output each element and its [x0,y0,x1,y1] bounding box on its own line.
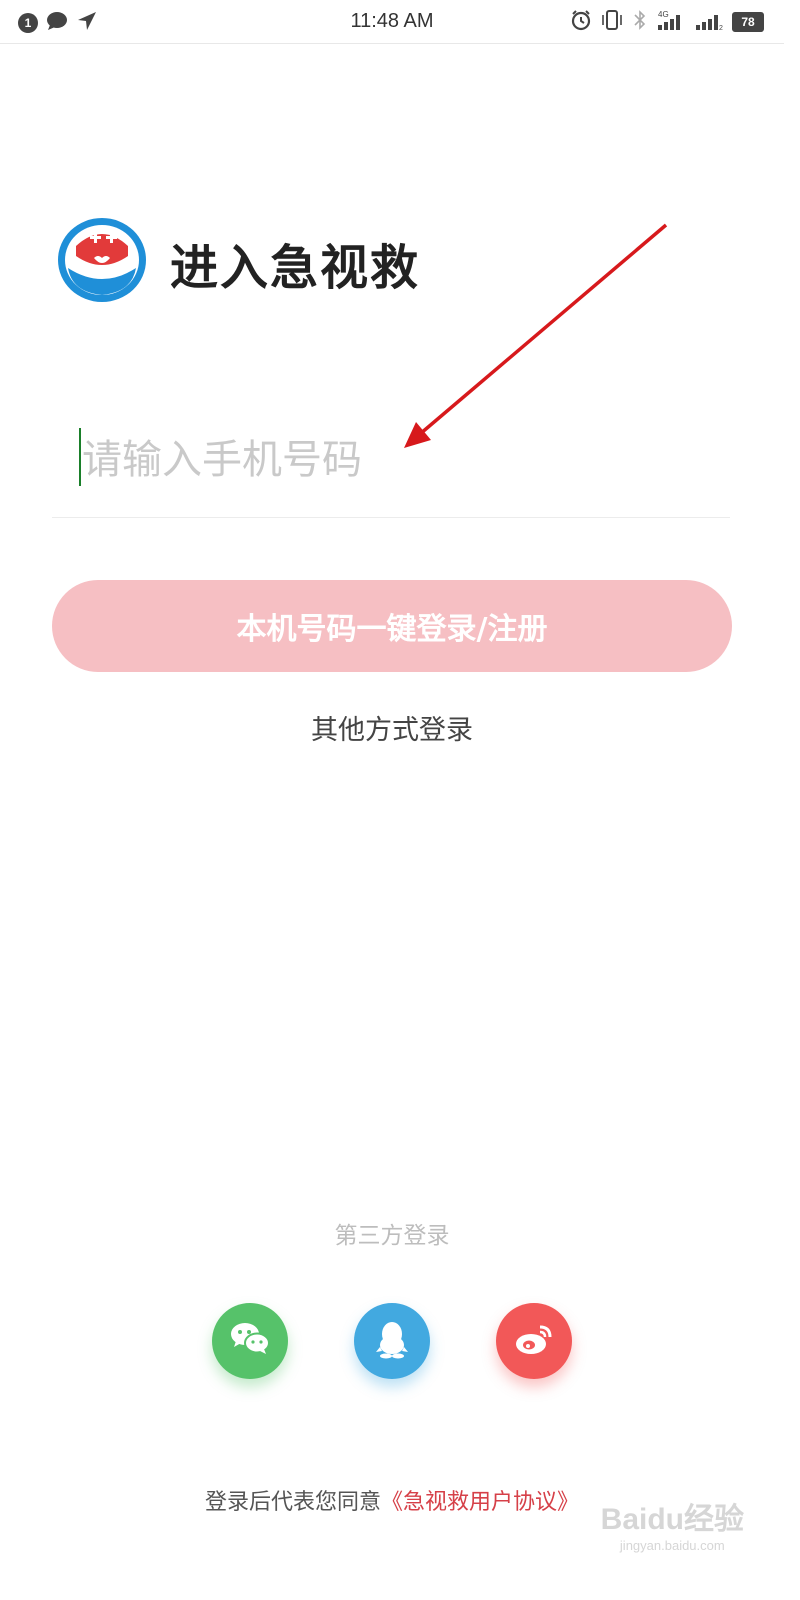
page-title: 进入急视救 [170,240,421,296]
other-login-link[interactable]: 其他方式登录 [0,708,784,747]
signal-4g-icon: 4G [656,9,686,35]
vibrate-icon [600,9,624,35]
wechat-login-button[interactable] [212,1303,288,1379]
sim2-label: 2 [719,25,723,31]
weibo-icon [512,1319,556,1363]
agreement-prefix: 登录后代表您同意 [204,1490,381,1515]
qq-login-button[interactable] [354,1303,430,1379]
third-party-login-label: 第三方登录 [334,1223,450,1249]
battery-icon: 78 [732,12,764,32]
weibo-login-button[interactable] [496,1303,572,1379]
watermark-main: Baidu经验 [600,1503,744,1536]
baidu-jingyan-watermark: Baidu经验 jingyan.baidu.com [601,1494,744,1553]
network-type-label: 4G [658,10,669,19]
qq-icon [375,1319,409,1363]
status-bar-right: 4G 2 78 [570,9,764,35]
status-bar: 1 11:48 AM 4G 2 78 [0,0,784,44]
phone-input-wrapper [52,420,730,518]
watermark-sub: jingyan.baidu.com [619,1538,725,1553]
phone-number-input[interactable] [82,420,722,500]
bluetooth-icon [632,9,648,35]
alarm-icon [570,9,592,35]
one-click-login-button[interactable]: 本机号码一键登录/注册 [52,580,732,672]
app-logo [56,216,148,304]
text-caret [79,428,81,486]
signal-sim2-icon: 2 [694,9,724,35]
user-agreement-link[interactable]: 《急视救用户协议》 [381,1490,579,1515]
wechat-icon [228,1319,272,1363]
